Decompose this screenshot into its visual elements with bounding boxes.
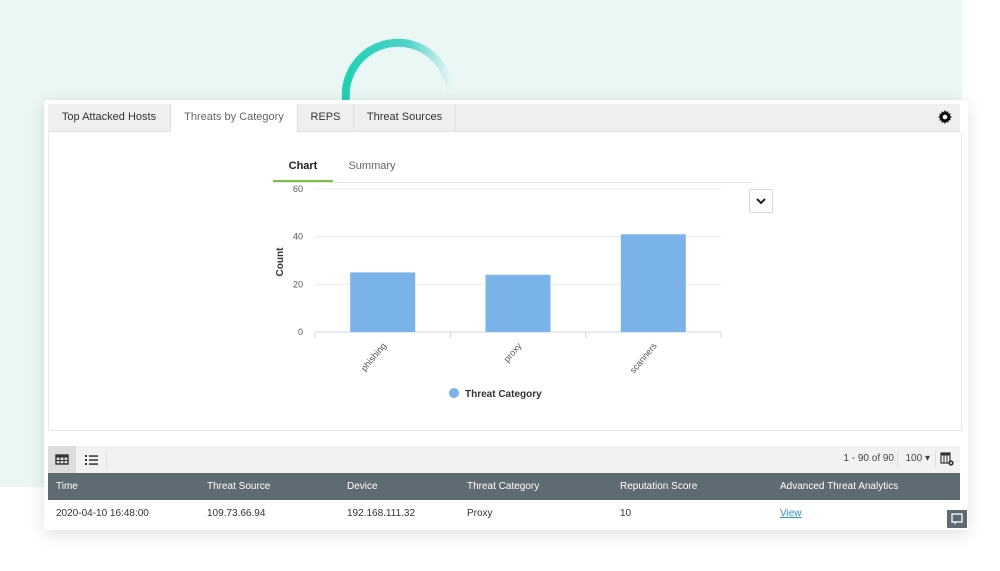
column-header-reputation-score[interactable]: Reputation Score bbox=[620, 481, 697, 492]
toolbar-divider bbox=[897, 451, 898, 468]
tab-threat-sources[interactable]: Threat Sources bbox=[354, 104, 456, 131]
column-header-time[interactable]: Time bbox=[56, 481, 78, 492]
toolbar-divider bbox=[935, 451, 936, 468]
table-toolbar: 1 - 90 of 90 100 ▾ bbox=[48, 446, 960, 473]
y-tick-label: 60 bbox=[293, 184, 303, 194]
bar-proxy bbox=[485, 274, 551, 332]
bar-chart: 0 20 40 60 phishing proxy scanners Count Threat … bbox=[275, 184, 722, 400]
y-axis-label: Count bbox=[275, 247, 286, 277]
y-tick-label: 0 bbox=[298, 327, 303, 337]
y-tick-label: 40 bbox=[293, 232, 303, 242]
gear-icon[interactable] bbox=[938, 110, 952, 124]
dashboard-widget: Top Attacked Hosts Threats by Category R… bbox=[44, 100, 968, 530]
legend-marker bbox=[449, 388, 459, 398]
x-tick-label: proxy bbox=[502, 340, 524, 364]
y-tick-label: 20 bbox=[293, 279, 303, 289]
rows-per-page-value: 100 bbox=[905, 453, 923, 464]
x-tick-label: phishing bbox=[359, 341, 388, 373]
column-header-threat-source[interactable]: Threat Source bbox=[207, 481, 270, 492]
chat-icon bbox=[951, 513, 963, 525]
legend-label: Threat Category bbox=[465, 389, 542, 400]
column-header-threat-category[interactable]: Threat Category bbox=[467, 481, 539, 492]
tab-top-attacked-hosts[interactable]: Top Attacked Hosts bbox=[48, 104, 171, 131]
pagination-info: 1 - 90 of 90 bbox=[843, 453, 894, 464]
rows-per-page-select[interactable]: 100 ▾ bbox=[906, 453, 931, 464]
column-header-device[interactable]: Device bbox=[347, 481, 378, 492]
caret-down-icon: ▾ bbox=[924, 453, 930, 464]
view-analytics-link[interactable]: View bbox=[780, 508, 802, 519]
grid-view-icon bbox=[55, 454, 69, 465]
bar-scanners bbox=[620, 234, 686, 332]
chart-panel: Chart Summary 0 20 40 60 phishing proxy scanne… bbox=[48, 132, 962, 431]
toolbar-divider bbox=[106, 451, 107, 468]
cell-threat-category: Proxy bbox=[467, 508, 493, 519]
x-tick-label: scanners bbox=[628, 340, 659, 375]
column-settings-icon[interactable] bbox=[940, 452, 954, 466]
cell-device: 192.168.111.32 bbox=[347, 508, 416, 519]
list-view-button[interactable] bbox=[77, 446, 105, 473]
tab-reps[interactable]: REPS bbox=[298, 104, 354, 131]
tab-threats-by-category[interactable]: Threats by Category bbox=[171, 104, 298, 132]
cell-threat-source: 109.73.66.94 bbox=[207, 508, 266, 519]
table-row: 2020-04-10 16:48:00 109.73.66.94 192.168… bbox=[48, 500, 960, 526]
bar-phishing bbox=[350, 272, 416, 332]
column-header-advanced-threat-analytics[interactable]: Advanced Threat Analytics bbox=[780, 481, 898, 492]
list-view-icon bbox=[85, 455, 98, 465]
cell-time: 2020-04-10 16:48:00 bbox=[56, 508, 149, 519]
tab-bar: Top Attacked Hosts Threats by Category R… bbox=[48, 104, 960, 132]
chat-button[interactable] bbox=[947, 510, 967, 528]
cell-reputation-score: 10 bbox=[620, 508, 632, 519]
grid-view-button[interactable] bbox=[48, 446, 76, 473]
table-header: Time Threat Source Device Threat Categor… bbox=[48, 473, 960, 500]
